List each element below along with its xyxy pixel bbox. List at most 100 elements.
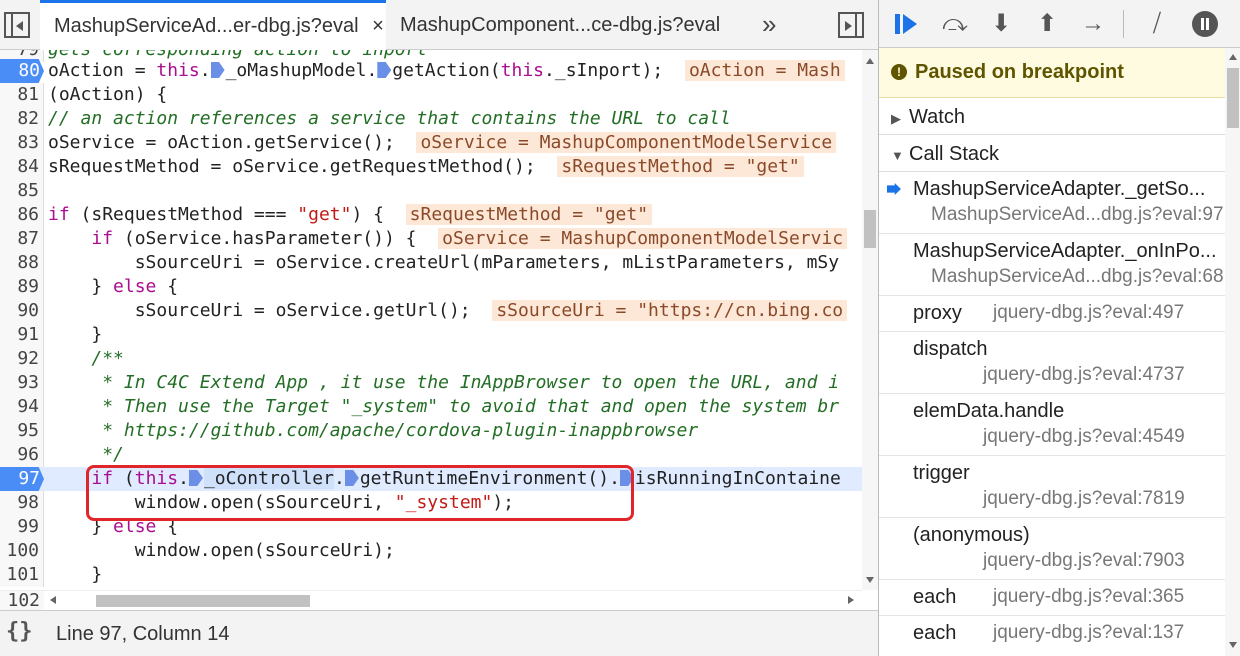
code-text: oService = oAction.getService(); oServic…	[48, 131, 837, 155]
scroll-down-icon[interactable]	[1229, 642, 1237, 648]
line-number[interactable]: 81	[0, 83, 44, 107]
pretty-print-icon[interactable]: {}	[6, 619, 33, 644]
call-frame[interactable]: trigger jquery-dbg.js?eval:7819	[879, 456, 1225, 518]
line-number[interactable]: 96	[0, 443, 44, 467]
line-number[interactable]: 84	[0, 155, 44, 179]
code-line: 88 sSourceUri = oService.createUrl(mPara…	[0, 251, 862, 275]
code-line: 81 (oAction) {	[0, 83, 862, 107]
line-number[interactable]: 100	[0, 539, 44, 563]
annotation-highlight-box	[86, 465, 634, 521]
frame-function: (anonymous)	[913, 524, 1030, 546]
code-text: }	[91, 564, 103, 585]
editor-vertical-scrollbar[interactable]	[862, 50, 878, 590]
scroll-up-icon[interactable]	[866, 58, 874, 64]
current-frame-arrow-icon	[887, 183, 901, 195]
frame-function: proxy	[913, 302, 962, 324]
line-number[interactable]: 95	[0, 419, 44, 443]
frame-location: jquery-dbg.js?eval:497	[993, 302, 1185, 323]
pause-circle-icon	[1192, 11, 1218, 37]
deactivate-breakpoints-button[interactable]: ⧸	[1141, 8, 1173, 40]
info-icon: !	[891, 64, 907, 80]
code-line: 94 * Then use the Target "_system" to av…	[0, 395, 862, 419]
line-number[interactable]: 101	[0, 563, 44, 587]
line-number[interactable]: 89	[0, 275, 44, 299]
frame-function: each	[913, 586, 957, 608]
line-number[interactable]: 83	[0, 131, 44, 155]
code-line: 93 * In C4C Extend App , it use the InAp…	[0, 371, 862, 395]
code-line: 100 window.open(sSourceUri);	[0, 539, 862, 563]
frame-location: jquery-dbg.js?eval:7903	[983, 550, 1185, 571]
call-frame-active[interactable]: MashupServiceAdapter._getSo... MashupSer…	[879, 172, 1225, 234]
code-line: 89 } else {	[0, 275, 862, 299]
tab-mashup-service-adapter[interactable]: MashupServiceAd...er-dbg.js?eval ×	[40, 0, 386, 50]
scroll-thumb[interactable]	[1227, 68, 1239, 128]
call-frame[interactable]: (anonymous) jquery-dbg.js?eval:7903	[879, 518, 1225, 580]
step-into-button[interactable]: ⬇	[985, 8, 1017, 40]
call-frame[interactable]: MashupServiceAdapter._onInPo... MashupSe…	[879, 234, 1225, 296]
inline-breakpoint-icon[interactable]	[210, 62, 225, 78]
resume-icon	[895, 14, 900, 34]
call-frame[interactable]: dispatch jquery-dbg.js?eval:4737	[879, 332, 1225, 394]
scroll-thumb[interactable]	[96, 595, 310, 607]
scroll-right-icon[interactable]	[848, 596, 854, 604]
call-stack-list: MashupServiceAdapter._getSo... MashupSer…	[879, 172, 1225, 656]
line-number[interactable]: 86	[0, 203, 44, 227]
breakpoint-marker[interactable]: 80	[0, 59, 44, 83]
line-number[interactable]: 92	[0, 347, 44, 371]
step-over-button[interactable]: ⤼	[939, 8, 971, 40]
frame-function: trigger	[913, 462, 970, 484]
line-number[interactable]: 99	[0, 515, 44, 539]
call-frame[interactable]: each jquery-dbg.js?eval:365	[879, 580, 1225, 616]
scroll-thumb[interactable]	[864, 210, 876, 248]
resume-button[interactable]	[891, 8, 923, 40]
code-line: 96 */	[0, 443, 862, 467]
watch-section-header[interactable]: ▶ Watch	[879, 99, 1225, 135]
scroll-left-icon[interactable]	[50, 596, 56, 604]
toggle-debugger-icon[interactable]	[838, 12, 864, 38]
close-icon[interactable]: ×	[372, 15, 384, 37]
code-line: 91 }	[0, 323, 862, 347]
breakpoint-marker[interactable]: 97	[0, 467, 44, 491]
expand-caret-icon: ▶	[891, 111, 901, 126]
editor-horizontal-scrollbar[interactable]: 102	[0, 590, 862, 611]
more-tabs-chevron-icon[interactable]: »	[762, 0, 776, 50]
code-text: (oAction) {	[48, 84, 168, 105]
code-text: oAction = this. _oMashupModel. getAction(t…	[48, 59, 845, 83]
line-number[interactable]: 90	[0, 299, 44, 323]
frame-function: each	[913, 622, 957, 644]
frame-location: jquery-dbg.js?eval:4737	[983, 364, 1185, 385]
inline-breakpoint-icon[interactable]	[377, 62, 392, 78]
line-number[interactable]: 88	[0, 251, 44, 275]
line-number[interactable]: 87	[0, 227, 44, 251]
scroll-down-icon[interactable]	[866, 577, 874, 583]
code-line: 82 // an action references a service tha…	[0, 107, 862, 131]
step-out-button[interactable]: ⬆	[1031, 8, 1063, 40]
call-frame[interactable]: elemData.handle jquery-dbg.js?eval:4549	[879, 394, 1225, 456]
toolbar-divider	[1123, 10, 1124, 38]
pause-on-exceptions-button[interactable]	[1189, 8, 1221, 40]
code-text: * Then use the Target "_system" to avoid…	[91, 396, 840, 417]
code-text: sSourceUri = oService.getUrl(); sSourceU…	[48, 299, 848, 323]
call-frame[interactable]: each jquery-dbg.js?eval:137	[879, 616, 1225, 656]
line-number[interactable]: 85	[0, 179, 44, 203]
sidebar-vertical-scrollbar[interactable]	[1225, 48, 1240, 656]
debugger-sidebar: ⤼ ⬇ ⬆ → ⧸ ! Paused on breakpoint ▶ Watch …	[878, 0, 1240, 656]
code-text: }	[91, 324, 103, 345]
tab-label: MashupServiceAd...er-dbg.js?eval	[54, 15, 359, 37]
toggle-navigator-icon[interactable]	[4, 12, 30, 38]
code-text: if (oService.hasParameter()) { oService …	[48, 227, 848, 251]
line-number[interactable]: 93	[0, 371, 44, 395]
line-number[interactable]: 98	[0, 491, 44, 515]
frame-location: jquery-dbg.js?eval:137	[993, 622, 1185, 643]
step-button[interactable]: →	[1077, 8, 1109, 40]
tab-mashup-component[interactable]: MashupComponent...ce-dbg.js?eval	[400, 0, 720, 50]
line-number[interactable]: 94	[0, 395, 44, 419]
line-number[interactable]: 91	[0, 323, 44, 347]
call-frame[interactable]: proxy jquery-dbg.js?eval:497	[879, 296, 1225, 332]
step-icon: →	[1081, 10, 1105, 37]
scroll-up-icon[interactable]	[1229, 54, 1237, 60]
code-line: 83 oService = oAction.getService(); oSer…	[0, 131, 862, 155]
line-number[interactable]: 82	[0, 107, 44, 131]
call-stack-section-header[interactable]: ▼ Call Stack	[879, 136, 1225, 172]
code-text: if (sRequestMethod === "get") { sRequest…	[48, 203, 653, 227]
